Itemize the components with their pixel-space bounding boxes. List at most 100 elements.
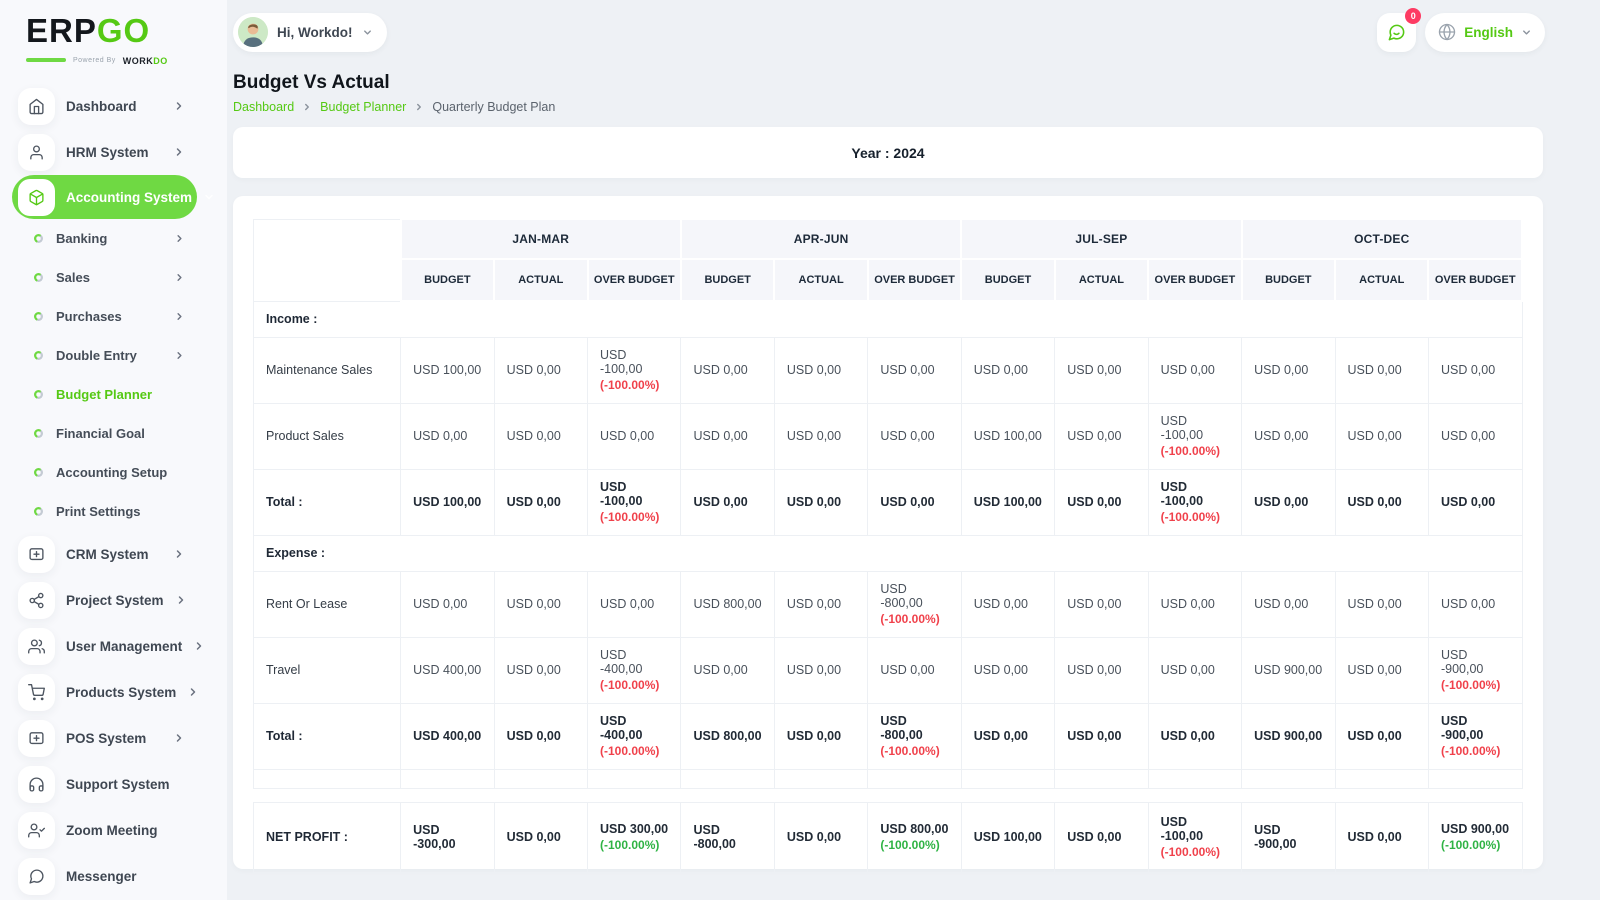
user-menu-button[interactable]: Hi, Workdo!	[233, 13, 387, 52]
value-cell: USD 0,00	[494, 637, 587, 703]
amount-value: USD 800,00	[880, 822, 948, 836]
message-icon	[18, 858, 55, 895]
amount-value: USD -100,00	[600, 480, 668, 508]
sidebar-item-pos-system[interactable]: POS System	[12, 715, 197, 761]
gap-row	[254, 788, 1523, 802]
percent-value: (-100.00%)	[880, 744, 948, 758]
value-cell: USD 0,00	[961, 571, 1054, 637]
topbar-actions: 0 English	[1377, 13, 1545, 52]
quarter-header-jan-mar: JAN-MAR	[401, 219, 681, 259]
quarter-header-apr-jun: APR-JUN	[681, 219, 961, 259]
metric-header-jan-mar-budget: BUDGET	[401, 259, 494, 301]
sidebar-item-accounting-setup[interactable]: Accounting Setup	[12, 453, 197, 492]
value-cell: USD -400,00(-100.00%)	[588, 637, 681, 703]
value-cell: USD 0,00	[868, 403, 961, 469]
sidebar-subitem-label: Accounting Setup	[56, 465, 185, 480]
breadcrumb-budget-planner[interactable]: Budget Planner	[320, 100, 406, 114]
powered-by-text: Powered By	[73, 57, 116, 64]
bullet-icon	[34, 234, 43, 243]
value-cell: USD 0,00	[1428, 403, 1522, 469]
amount-value: USD -100,00	[1161, 480, 1229, 508]
percent-value: (-100.00%)	[880, 838, 948, 852]
value-cell: USD 0,00	[401, 571, 494, 637]
notifications-button[interactable]: 0	[1377, 13, 1416, 52]
budget-vs-actual-table: JAN-MARAPR-JUNJUL-SEPOCT-DECBUDGETACTUAL…	[253, 218, 1523, 873]
language-label: English	[1464, 25, 1513, 40]
sidebar-item-financial-goal[interactable]: Financial Goal	[12, 414, 197, 453]
chevron-down-icon	[1521, 27, 1532, 38]
row-label: NET PROFIT :	[254, 802, 401, 872]
sidebar-item-banking[interactable]: Banking	[12, 219, 197, 258]
sidebar-item-messenger[interactable]: Messenger	[12, 853, 197, 899]
row-label: Total :	[254, 469, 401, 535]
sidebar-item-dashboard[interactable]: Dashboard	[12, 83, 197, 129]
chevron-right-icon	[173, 146, 185, 158]
value-cell: USD 0,00	[1055, 637, 1148, 703]
amount-value: USD 0,00	[974, 363, 1042, 377]
value-cell: USD -100,00 (-100.00%)	[588, 469, 681, 535]
amount-value: USD 0,00	[507, 363, 575, 377]
amount-value: USD 0,00	[693, 663, 761, 677]
percent-value: (-100.00%)	[600, 678, 668, 692]
package-icon	[18, 179, 55, 216]
spacer-cell	[494, 769, 587, 788]
percent-value: (-100.00%)	[600, 510, 668, 524]
spacer-cell	[1242, 769, 1335, 788]
sidebar-menu: DashboardHRM SystemAccounting SystemBank…	[0, 83, 227, 899]
amount-value: USD 0,00	[1067, 663, 1135, 677]
amount-value: USD 0,00	[787, 663, 855, 677]
amount-value: USD 0,00	[787, 363, 855, 377]
brand-logo[interactable]: ERPGO Powered By WORKDO	[0, 0, 227, 73]
value-cell: USD 0,00	[681, 337, 774, 403]
value-cell: USD 0,00	[401, 403, 494, 469]
value-cell: USD 0,00	[1055, 403, 1148, 469]
value-cell: USD 0,00	[1055, 337, 1148, 403]
amount-value: USD 300,00	[600, 822, 668, 836]
bullet-icon	[34, 273, 43, 282]
metric-header-oct-dec-budget: BUDGET	[1242, 259, 1335, 301]
amount-value: USD 100,00	[413, 363, 481, 377]
sidebar-item-products-system[interactable]: Products System	[12, 669, 197, 715]
value-cell: USD 900,00	[1242, 637, 1335, 703]
amount-value: USD 900,00	[1254, 729, 1322, 743]
value-cell: USD 0,00	[681, 403, 774, 469]
sidebar-item-label: Zoom Meeting	[66, 823, 185, 838]
language-selector[interactable]: English	[1425, 13, 1545, 52]
sidebar-item-budget-planner[interactable]: Budget Planner	[12, 375, 197, 414]
amount-value: USD 0,00	[693, 495, 761, 509]
sidebar-item-purchases[interactable]: Purchases	[12, 297, 197, 336]
sidebar-item-zoom-meeting[interactable]: Zoom Meeting	[12, 807, 197, 853]
breadcrumb-quarterly-budget-plan: Quarterly Budget Plan	[432, 100, 555, 114]
value-cell: USD 0,00	[588, 403, 681, 469]
breadcrumb-dashboard[interactable]: Dashboard	[233, 100, 294, 114]
brand-name: ERPGO	[26, 14, 227, 47]
sidebar-item-label: POS System	[66, 731, 162, 746]
table-row-product-sales: Product SalesUSD 0,00USD 0,00USD 0,00USD…	[254, 403, 1523, 469]
user-check-icon	[18, 812, 55, 849]
table-corner-cell	[254, 219, 401, 301]
amount-value: USD 0,00	[1254, 429, 1322, 443]
sidebar-item-crm-system[interactable]: CRM System	[12, 531, 197, 577]
sidebar-item-support-system[interactable]: Support System	[12, 761, 197, 807]
value-cell: USD 0,00	[681, 637, 774, 703]
sidebar-item-sales[interactable]: Sales	[12, 258, 197, 297]
table-row-rent-or-lease: Rent Or LeaseUSD 0,00USD 0,00USD 0,00USD…	[254, 571, 1523, 637]
chevron-right-icon	[174, 272, 185, 283]
amount-value: USD 0,00	[1161, 363, 1229, 377]
amount-value: USD -100,00	[1161, 414, 1229, 442]
value-cell: USD 0,00	[774, 469, 867, 535]
spacer-cell	[1335, 769, 1428, 788]
amount-value: USD -800,00	[693, 823, 761, 851]
sidebar-item-hrm-system[interactable]: HRM System	[12, 129, 197, 175]
metric-header-jul-sep-over-budget: OVER BUDGET	[1148, 259, 1241, 301]
value-cell: USD -900,00(-100.00%)	[1428, 637, 1522, 703]
sidebar-item-double-entry[interactable]: Double Entry	[12, 336, 197, 375]
sidebar-item-user-management[interactable]: User Management	[12, 623, 197, 669]
sidebar-item-project-system[interactable]: Project System	[12, 577, 197, 623]
value-cell: USD 0,00	[1148, 703, 1241, 769]
chevron-right-icon	[173, 732, 185, 744]
sidebar-item-print-settings[interactable]: Print Settings	[12, 492, 197, 531]
amount-value: USD 0,00	[880, 429, 948, 443]
sidebar-item-accounting-system[interactable]: Accounting System	[12, 175, 197, 219]
chevron-right-icon	[187, 686, 199, 698]
